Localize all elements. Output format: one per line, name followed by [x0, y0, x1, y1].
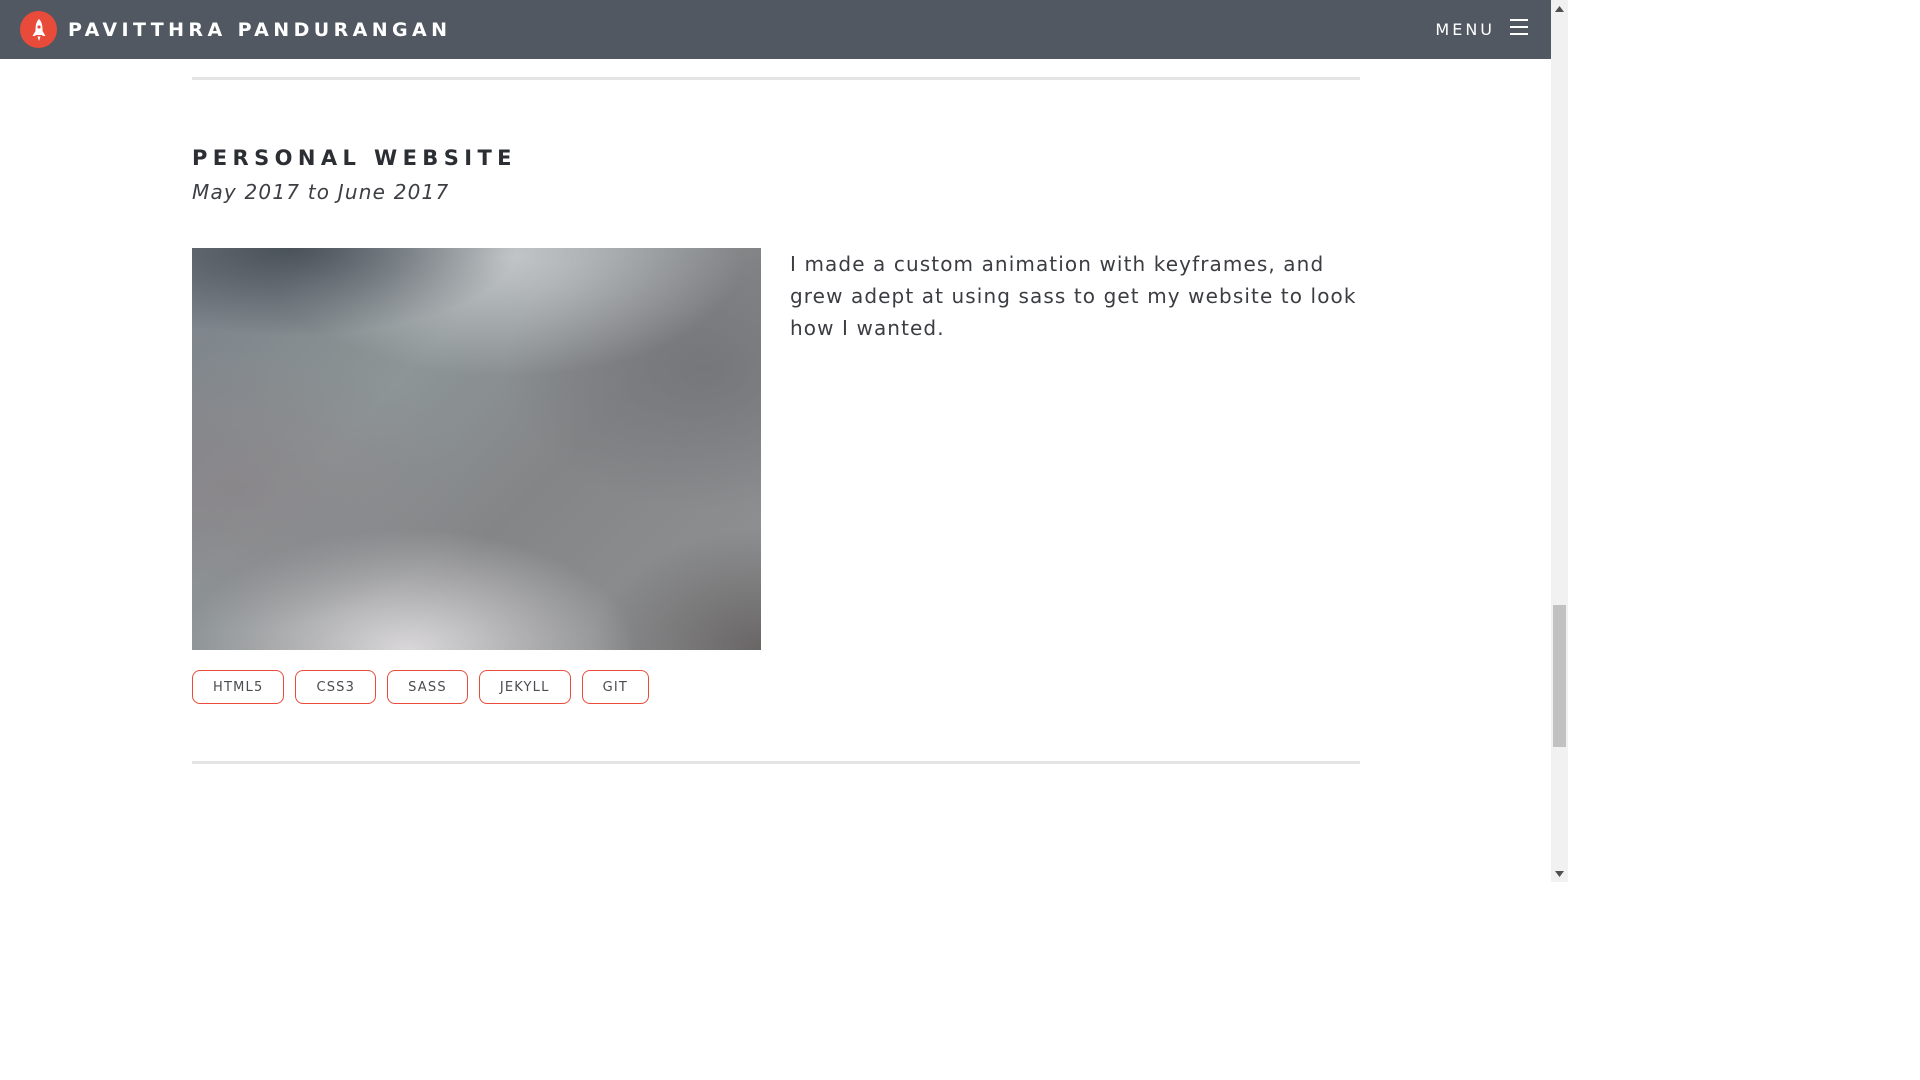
vertical-scrollbar[interactable] [1551, 0, 1568, 882]
hamburger-icon [1509, 18, 1529, 40]
menu-button[interactable]: MENU [1435, 18, 1529, 40]
section-divider-top [192, 77, 1360, 80]
scroll-down-arrow-icon[interactable] [1551, 865, 1568, 882]
top-navbar: PAVITTHRA PANDURANGAN MENU [0, 0, 1551, 59]
brand-name: PAVITTHRA PANDURANGAN [68, 18, 452, 41]
project-screenshot-image [192, 248, 761, 650]
section-divider-bottom [192, 761, 1360, 764]
rocket-icon [20, 11, 57, 48]
project-description: I made a custom animation with keyframes… [790, 252, 1357, 340]
brand-home-link[interactable]: PAVITTHRA PANDURANGAN [20, 11, 451, 48]
menu-label: MENU [1435, 19, 1495, 39]
project-dates: May 2017 to June 2017 [192, 180, 450, 204]
project-title: PERSONAL WEBSITE [192, 146, 517, 170]
tag-html5: HTML5 [192, 670, 285, 704]
scrollbar-thumb[interactable] [1553, 605, 1566, 747]
scroll-up-arrow-icon[interactable] [1551, 0, 1568, 17]
tech-tags: HTML5 CSS3 SASS JEKYLL GIT [192, 670, 660, 704]
tag-jekyll: JEKYLL [478, 670, 571, 704]
tag-sass: SASS [387, 670, 468, 704]
tag-git: GIT [581, 670, 650, 704]
tag-css3: CSS3 [295, 670, 377, 704]
page: PAVITTHRA PANDURANGAN MENU PERSONAL WEBS… [0, 0, 1568, 882]
